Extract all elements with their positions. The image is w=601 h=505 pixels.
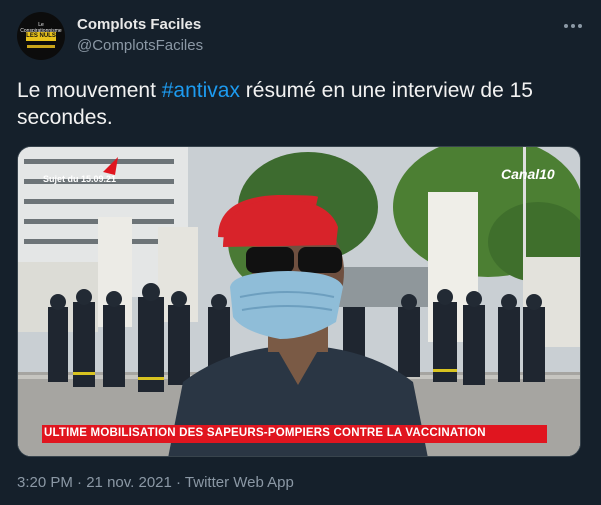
video-frame [18, 147, 580, 456]
more-horizontal-icon[interactable] [560, 16, 586, 36]
channel-logo: Canal10 [501, 166, 555, 182]
tweet-metadata: 3:20 PM · 21 nov. 2021 · Twitter Web App [17, 474, 294, 491]
more-icon-graphic [564, 24, 582, 28]
video-date-overlay: Sujet du 15.09.21 [43, 174, 117, 184]
video-media[interactable]: Sujet du 15.09.21 Canal10 ULTIME MOBILIS… [17, 146, 581, 457]
author-name[interactable]: Complots Faciles [77, 16, 201, 33]
tweet-text: Le mouvement #antivax résumé en une inte… [17, 77, 587, 131]
tweet: Le Conspirationnisme LES NULS Complots F… [0, 0, 601, 505]
tweet-source[interactable]: Twitter Web App [185, 474, 294, 491]
meta-separator: · [171, 474, 185, 491]
avatar-stripe [27, 45, 55, 48]
news-banner-text: ULTIME MOBILISATION DES SAPEURS-POMPIERS… [44, 427, 486, 439]
hashtag-link[interactable]: #antivax [162, 79, 240, 102]
avatar[interactable]: Le Conspirationnisme LES NULS [17, 12, 65, 60]
meta-separator: · [72, 474, 87, 491]
tweet-text-before: Le mouvement [17, 79, 162, 102]
tweet-date[interactable]: 21 nov. 2021 [86, 474, 172, 491]
tweet-time[interactable]: 3:20 PM [17, 474, 73, 491]
avatar-title: LES NULS [26, 32, 56, 41]
author-handle[interactable]: @ComplotsFaciles [77, 37, 203, 54]
